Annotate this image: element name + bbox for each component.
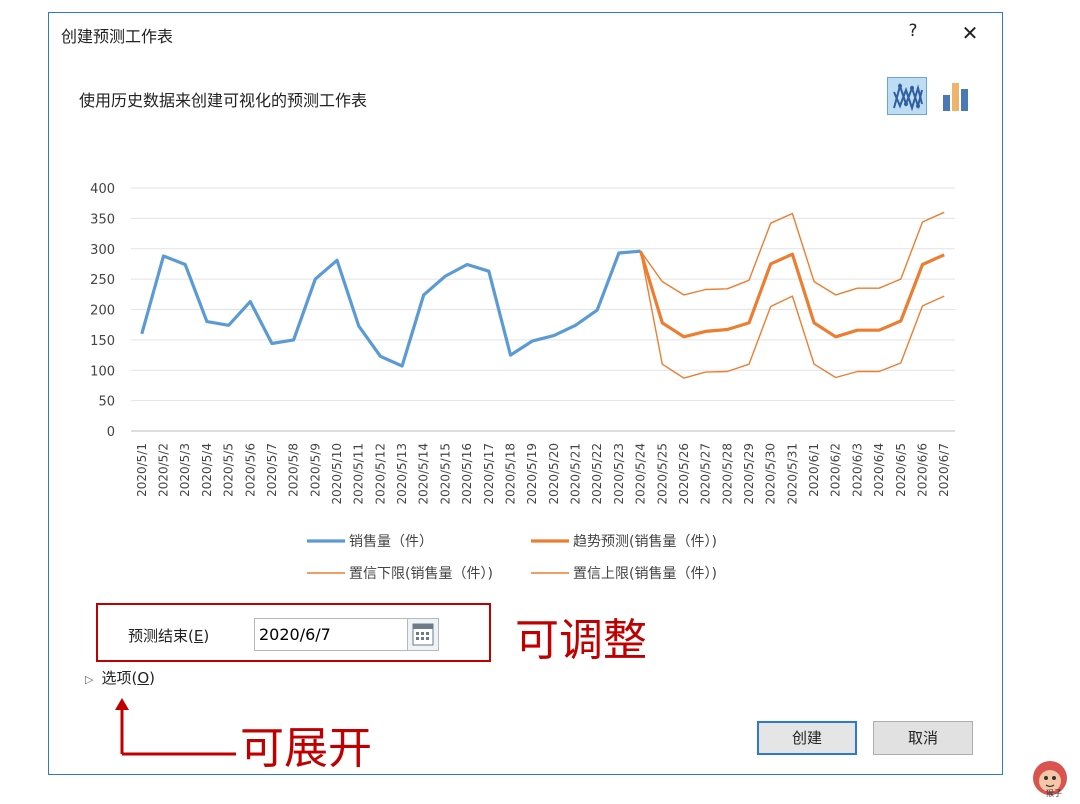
annotation-adjustable: 可调整 bbox=[515, 615, 647, 666]
x-tick-label: 2020/6/3 bbox=[850, 443, 864, 497]
y-tick-label: 350 bbox=[90, 212, 115, 227]
x-tick-label: 2020/5/19 bbox=[525, 443, 539, 505]
x-tick-label: 2020/6/7 bbox=[937, 443, 951, 497]
x-tick-label: 2020/5/12 bbox=[373, 443, 387, 505]
x-tick-label: 2020/5/5 bbox=[222, 443, 236, 497]
forecast-chart: 0 50 100 150 200 250 300 350 400 2020/5/1 2020/5/… bbox=[90, 182, 955, 582]
y-tick-label: 150 bbox=[90, 334, 115, 349]
x-tick-label: 2020/5/13 bbox=[395, 443, 409, 505]
x-tick-label: 2020/5/17 bbox=[482, 443, 496, 505]
legend-label: 置信上限(销售量（件）) bbox=[573, 566, 717, 582]
expand-triangle-icon: ▷ bbox=[85, 673, 94, 686]
y-tick-label: 0 bbox=[107, 425, 115, 440]
x-tick-label: 2020/5/18 bbox=[503, 443, 517, 505]
y-tick-label: 50 bbox=[98, 395, 115, 410]
x-tick-label: 2020/6/4 bbox=[872, 443, 886, 497]
legend-label: 置信下限(销售量（件）) bbox=[349, 566, 493, 582]
x-tick-label: 2020/5/25 bbox=[655, 443, 669, 505]
y-tick-label: 200 bbox=[90, 304, 115, 319]
y-tick-label: 400 bbox=[90, 182, 115, 197]
y-tick-label: 300 bbox=[90, 243, 115, 258]
annotation-expandable: 可展开 bbox=[240, 723, 372, 774]
x-tick-label: 2020/5/11 bbox=[352, 443, 366, 505]
y-tick-label: 250 bbox=[90, 273, 115, 288]
x-tick-label: 2020/5/22 bbox=[590, 443, 604, 505]
legend-label: 趋势预测(销售量（件）) bbox=[573, 534, 717, 550]
x-tick-label: 2020/5/28 bbox=[720, 443, 734, 505]
create-button[interactable]: 创建 bbox=[757, 721, 857, 755]
x-tick-label: 2020/5/9 bbox=[308, 443, 322, 497]
x-tick-label: 2020/5/15 bbox=[438, 443, 452, 505]
x-tick-label: 2020/5/20 bbox=[547, 443, 561, 505]
x-tick-label: 2020/5/10 bbox=[330, 443, 344, 505]
annotation-box bbox=[96, 603, 491, 662]
x-tick-label: 2020/5/1 bbox=[135, 443, 149, 497]
x-tick-label: 2020/5/23 bbox=[612, 443, 626, 505]
series-line bbox=[140, 249, 641, 368]
annotation-arrow bbox=[115, 698, 236, 756]
x-tick-label: 2020/6/5 bbox=[894, 443, 908, 497]
legend-label: 销售量（件） bbox=[349, 534, 433, 550]
x-tick-label: 2020/5/27 bbox=[699, 443, 713, 505]
x-tick-label: 2020/5/31 bbox=[785, 443, 799, 505]
x-tick-label: 2020/5/6 bbox=[243, 443, 257, 497]
x-tick-label: 2020/5/30 bbox=[764, 443, 778, 505]
x-tick-label: 2020/5/14 bbox=[417, 443, 431, 505]
x-tick-label: 2020/5/21 bbox=[569, 443, 583, 505]
x-tick-label: 2020/5/8 bbox=[287, 443, 301, 497]
x-tick-label: 2020/6/6 bbox=[915, 443, 929, 497]
x-tick-label: 2020/5/16 bbox=[460, 443, 474, 505]
x-tick-label: 2020/5/3 bbox=[178, 443, 192, 497]
x-tick-label: 2020/6/1 bbox=[807, 443, 821, 497]
x-tick-label: 2020/5/7 bbox=[265, 443, 279, 497]
cancel-button[interactable]: 取消 bbox=[873, 721, 973, 755]
x-tick-label: 2020/6/2 bbox=[829, 443, 843, 497]
x-tick-label: 2020/5/4 bbox=[200, 443, 214, 497]
x-tick-label: 2020/5/24 bbox=[634, 443, 648, 505]
y-tick-label: 100 bbox=[90, 364, 115, 379]
x-tick-label: 2020/5/26 bbox=[677, 443, 691, 505]
options-expander[interactable]: ▷ 选项(O) bbox=[85, 667, 155, 688]
series-line bbox=[639, 251, 945, 379]
x-tick-label: 2020/5/29 bbox=[742, 443, 756, 505]
x-tick-label: 2020/5/2 bbox=[157, 443, 171, 497]
monkey-logo: 猴子 bbox=[1030, 758, 1070, 800]
